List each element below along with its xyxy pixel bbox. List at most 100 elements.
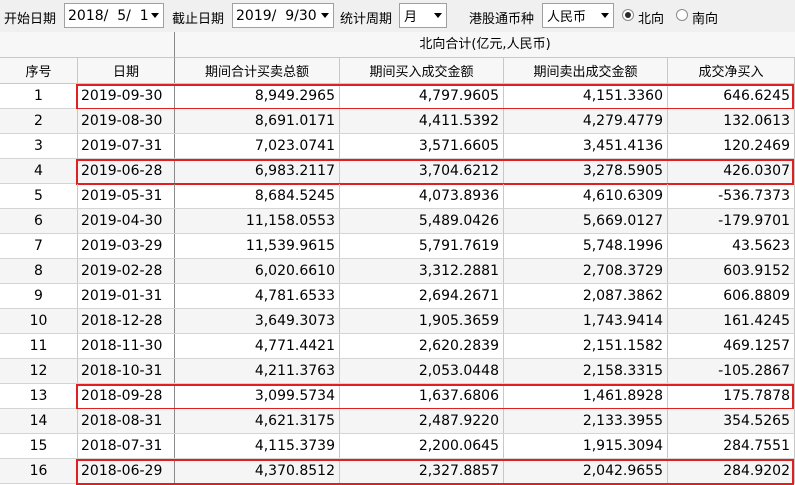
cell-net[interactable]: -105.2867: [668, 359, 795, 383]
cell-sell[interactable]: 2,158.3315: [504, 359, 668, 383]
table-row[interactable]: 15 2018-07-31 4,115.3739 2,200.0645 1,915.30…: [0, 434, 795, 459]
start-date-picker[interactable]: 2018/ 5/ 1: [64, 3, 164, 28]
cell-net[interactable]: 175.7878: [668, 384, 795, 408]
cell-index[interactable]: 8: [0, 259, 78, 283]
cell-buy[interactable]: 3,571.6605: [340, 134, 504, 158]
table-row[interactable]: 13 2018-09-28 3,099.5734 1,637.6806 1,461.89…: [0, 384, 795, 409]
cell-date[interactable]: 2019-02-28: [78, 259, 175, 283]
cell-buy[interactable]: 2,200.0645: [340, 434, 504, 458]
cell-date[interactable]: 2018-12-28: [78, 309, 175, 333]
cell-date[interactable]: 2019-01-31: [78, 284, 175, 308]
cell-date[interactable]: 2019-09-30: [78, 84, 175, 108]
cell-buy[interactable]: 1,905.3659: [340, 309, 504, 333]
cell-sell[interactable]: 1,743.9414: [504, 309, 668, 333]
cell-buy[interactable]: 3,704.6212: [340, 159, 504, 183]
cell-date[interactable]: 2019-05-31: [78, 184, 175, 208]
cell-total[interactable]: 4,781.6533: [175, 284, 340, 308]
cell-sell[interactable]: 1,915.3094: [504, 434, 668, 458]
cell-sell[interactable]: 2,087.3862: [504, 284, 668, 308]
chevron-down-icon[interactable]: [434, 13, 442, 18]
south-radio[interactable]: [676, 9, 688, 21]
cell-net[interactable]: 603.9152: [668, 259, 795, 283]
column-header-buy[interactable]: 期间买入成交金额: [340, 58, 504, 83]
cell-index[interactable]: 16: [0, 459, 78, 483]
cell-total[interactable]: 7,023.0741: [175, 134, 340, 158]
cell-index[interactable]: 2: [0, 109, 78, 133]
cell-total[interactable]: 8,949.2965: [175, 84, 340, 108]
table-row[interactable]: 6 2019-04-30 11,158.0553 5,489.0426 5,669.01…: [0, 209, 795, 234]
cell-total[interactable]: 4,771.4421: [175, 334, 340, 358]
cell-date[interactable]: 2019-04-30: [78, 209, 175, 233]
cell-total[interactable]: 4,115.3739: [175, 434, 340, 458]
cell-buy[interactable]: 2,620.2839: [340, 334, 504, 358]
cell-date[interactable]: 2018-11-30: [78, 334, 175, 358]
chevron-down-icon[interactable]: [151, 13, 159, 18]
cell-net[interactable]: 284.9202: [668, 459, 795, 483]
cell-date[interactable]: 2019-07-31: [78, 134, 175, 158]
cell-total[interactable]: 11,158.0553: [175, 209, 340, 233]
column-header-date[interactable]: 日期: [78, 58, 175, 83]
table-row[interactable]: 12 2018-10-31 4,211.3763 2,053.0448 2,158.33…: [0, 359, 795, 384]
cell-index[interactable]: 3: [0, 134, 78, 158]
cell-total[interactable]: 8,691.0171: [175, 109, 340, 133]
cell-total[interactable]: 6,020.6610: [175, 259, 340, 283]
cell-net[interactable]: -536.7373: [668, 184, 795, 208]
cell-sell[interactable]: 2,133.3955: [504, 409, 668, 433]
cell-date[interactable]: 2018-07-31: [78, 434, 175, 458]
cell-index[interactable]: 11: [0, 334, 78, 358]
cell-buy[interactable]: 5,791.7619: [340, 234, 504, 258]
cell-date[interactable]: 2018-08-31: [78, 409, 175, 433]
cell-sell[interactable]: 3,451.4136: [504, 134, 668, 158]
table-row[interactable]: 8 2019-02-28 6,020.6610 3,312.2881 2,708.372…: [0, 259, 795, 284]
cell-sell[interactable]: 4,610.6309: [504, 184, 668, 208]
cell-date[interactable]: 2018-09-28: [78, 384, 175, 408]
cell-net[interactable]: 120.2469: [668, 134, 795, 158]
cell-total[interactable]: 6,983.2117: [175, 159, 340, 183]
cell-net[interactable]: 43.5623: [668, 234, 795, 258]
table-row[interactable]: 7 2019-03-29 11,539.9615 5,791.7619 5,748.19…: [0, 234, 795, 259]
cell-index[interactable]: 1: [0, 84, 78, 108]
cell-total[interactable]: 3,099.5734: [175, 384, 340, 408]
end-date-picker[interactable]: 2019/ 9/30: [232, 3, 334, 28]
currency-select[interactable]: 人民币: [542, 3, 614, 28]
cell-buy[interactable]: 2,327.8857: [340, 459, 504, 483]
cell-index[interactable]: 9: [0, 284, 78, 308]
cell-total[interactable]: 4,370.8512: [175, 459, 340, 483]
cell-sell[interactable]: 1,461.8928: [504, 384, 668, 408]
cell-sell[interactable]: 5,748.1996: [504, 234, 668, 258]
cell-index[interactable]: 7: [0, 234, 78, 258]
cell-index[interactable]: 14: [0, 409, 78, 433]
cell-total[interactable]: 3,649.3073: [175, 309, 340, 333]
table-row[interactable]: 2 2019-08-30 8,691.0171 4,411.5392 4,279.477…: [0, 109, 795, 134]
cell-buy[interactable]: 4,073.8936: [340, 184, 504, 208]
cell-date[interactable]: 2019-03-29: [78, 234, 175, 258]
cell-net[interactable]: 426.0307: [668, 159, 795, 183]
table-row[interactable]: 4 2019-06-28 6,983.2117 3,704.6212 3,278.590…: [0, 159, 795, 184]
cell-index[interactable]: 5: [0, 184, 78, 208]
cell-net[interactable]: -179.9701: [668, 209, 795, 233]
period-select[interactable]: 月: [399, 3, 447, 28]
cell-date[interactable]: 2018-06-29: [78, 459, 175, 483]
cell-index[interactable]: 13: [0, 384, 78, 408]
cell-buy[interactable]: 5,489.0426: [340, 209, 504, 233]
column-header-total[interactable]: 期间合计买卖总额: [175, 58, 340, 83]
cell-buy[interactable]: 3,312.2881: [340, 259, 504, 283]
table-row[interactable]: 9 2019-01-31 4,781.6533 2,694.2671 2,087.386…: [0, 284, 795, 309]
chevron-down-icon[interactable]: [601, 13, 609, 18]
cell-sell[interactable]: 4,151.3360: [504, 84, 668, 108]
cell-total[interactable]: 4,621.3175: [175, 409, 340, 433]
table-row[interactable]: 1 2019-09-30 8,949.2965 4,797.9605 4,151.336…: [0, 84, 795, 109]
cell-index[interactable]: 15: [0, 434, 78, 458]
table-row[interactable]: 16 2018-06-29 4,370.8512 2,327.8857 2,042.96…: [0, 459, 795, 484]
cell-buy[interactable]: 2,053.0448: [340, 359, 504, 383]
cell-net[interactable]: 132.0613: [668, 109, 795, 133]
cell-index[interactable]: 10: [0, 309, 78, 333]
cell-net[interactable]: 606.8809: [668, 284, 795, 308]
cell-index[interactable]: 12: [0, 359, 78, 383]
cell-net[interactable]: 469.1257: [668, 334, 795, 358]
cell-date[interactable]: 2019-06-28: [78, 159, 175, 183]
column-header-net[interactable]: 成交净买入: [668, 58, 795, 83]
cell-index[interactable]: 4: [0, 159, 78, 183]
cell-sell[interactable]: 2,708.3729: [504, 259, 668, 283]
cell-sell[interactable]: 2,042.9655: [504, 459, 668, 483]
